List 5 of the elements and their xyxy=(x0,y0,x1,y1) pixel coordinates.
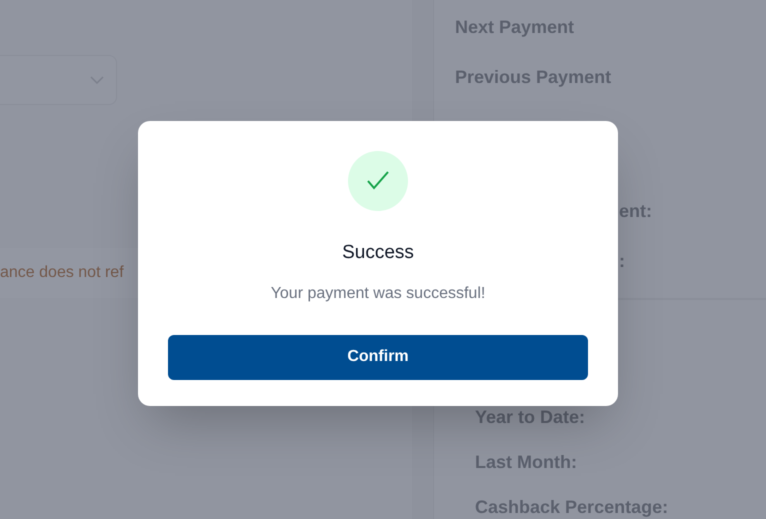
payment-label: : xyxy=(619,250,626,273)
warning-text: ance does not ref xyxy=(0,263,124,283)
confirm-button[interactable]: Confirm xyxy=(168,334,588,380)
dialog-message: Your payment was successful! xyxy=(270,284,486,304)
dialog-title: Success xyxy=(342,241,414,265)
